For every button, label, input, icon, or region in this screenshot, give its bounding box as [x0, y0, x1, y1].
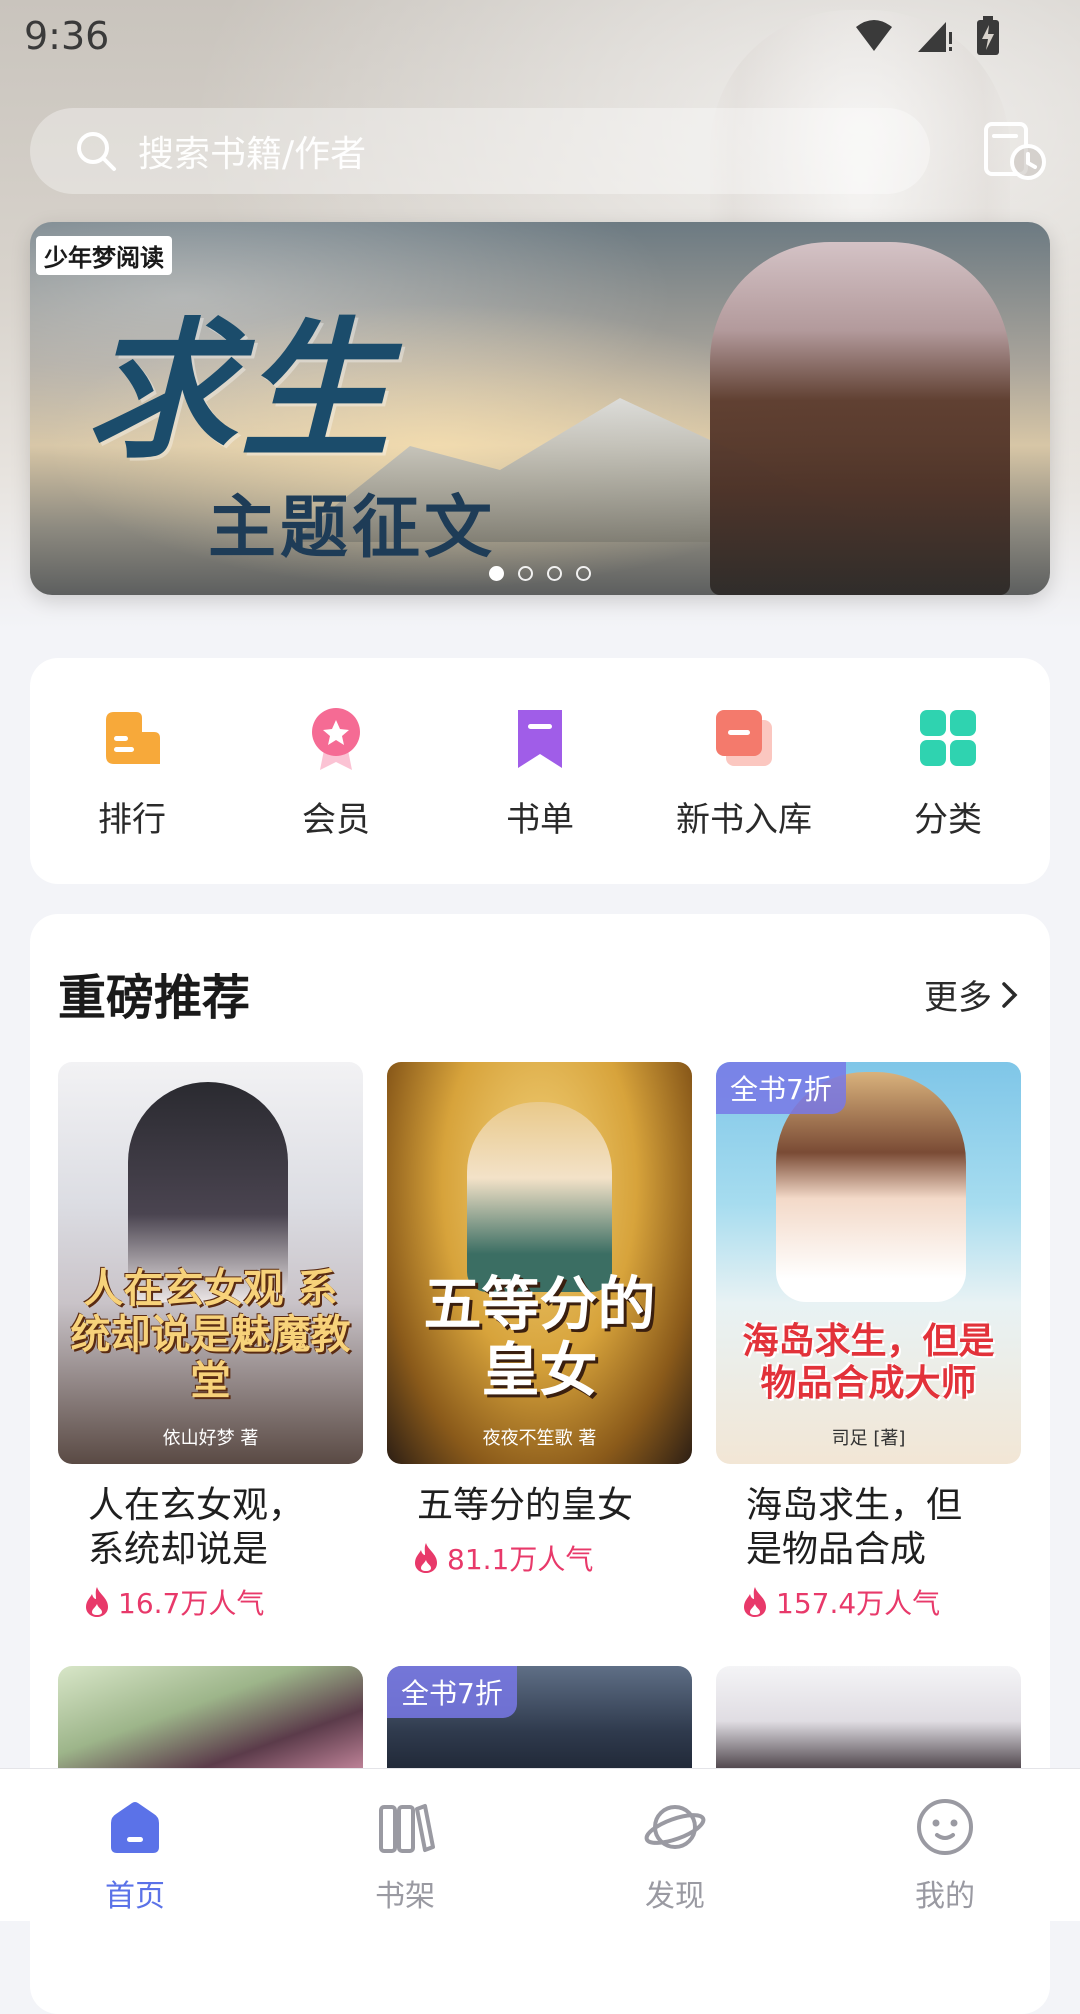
search-input[interactable]: 搜索书籍/作者 [30, 108, 930, 194]
book-popularity: 157.4万人气 [742, 1582, 1021, 1622]
cellular-signal-icon [918, 22, 952, 52]
nav-label: 我的 [915, 1879, 975, 1914]
book-popularity-text: 157.4万人气 [776, 1587, 941, 1620]
banner-dot-2[interactable] [518, 566, 533, 581]
quick-entry-label: 书单 [506, 799, 574, 840]
fire-icon [86, 1587, 108, 1617]
nav-label: 发现 [645, 1879, 705, 1914]
nav-tab-profile[interactable]: 我的 [845, 1769, 1045, 1915]
book-title: 海岛求生，但是物品合成大... [746, 1485, 963, 1570]
nav-label: 书架 [375, 1879, 435, 1914]
book-cover-title: 人在玄女观 系统却说是魅魔教堂 [70, 1266, 351, 1404]
nav-tab-bookshelf[interactable]: 书架 [305, 1769, 505, 1915]
book-cover-title: 海岛求生，但是物品合成大师 [742, 1321, 995, 1404]
ranking-icon [106, 711, 160, 764]
book-cover-author: 夜夜不笙歌 著 [482, 1428, 597, 1449]
book-card[interactable]: 全书7折 [387, 1666, 692, 1776]
book-popularity: 16.7万人气 [84, 1582, 363, 1622]
more-label: 更多 [924, 978, 992, 1018]
quick-entry-label: 新书入库 [676, 799, 812, 840]
bookmark-list-icon [518, 709, 562, 768]
banner-dot-1[interactable] [489, 566, 504, 581]
battery-charging-icon [977, 16, 999, 55]
book-cover-author: 司足 [著] [831, 1428, 906, 1449]
banner-subtitle: 主题征文 [208, 489, 497, 568]
banner-character-illustration [710, 242, 1010, 595]
book-popularity-text: 16.7万人气 [118, 1587, 265, 1620]
book-popularity-text: 81.1万人气 [447, 1543, 594, 1576]
reading-history-icon[interactable] [980, 116, 1050, 186]
book-card[interactable]: 海岛求生，但是物品合成大师 司足 [著] 全书7折 海岛求生，但是物品合成大..… [716, 1062, 1021, 1622]
new-book-icon [716, 709, 772, 766]
quick-entry-booklist[interactable]: 书单 [450, 702, 630, 841]
more-button[interactable]: 更多 [924, 970, 1020, 1019]
discount-badge: 全书7折 [387, 1666, 517, 1718]
quick-entry-label: 分类 [914, 799, 982, 840]
book-cover: 海岛求生，但是物品合成大师 司足 [著] 全书7折 [716, 1062, 1021, 1464]
promo-banner[interactable]: 少年梦阅读 求生 主题征文 [30, 222, 1050, 595]
quick-entry-label: 会员 [302, 799, 370, 840]
nav-label: 首页 [105, 1879, 165, 1914]
search-icon [77, 132, 116, 171]
book-title: 人在玄女观，系统却说是魅... [88, 1485, 305, 1570]
nav-tab-discover[interactable]: 发现 [575, 1769, 775, 1915]
discover-planet-icon [644, 1805, 706, 1849]
hero-header: 9:36 搜索书籍/作者 少年梦阅读 求生 主题征文 [0, 0, 1080, 630]
book-cover [58, 1666, 363, 1776]
banner-dot-3[interactable] [547, 566, 562, 581]
category-grid-icon [920, 709, 976, 766]
quick-entry-category[interactable]: 分类 [858, 702, 1038, 841]
discount-badge: 全书7折 [716, 1062, 846, 1114]
book-cover: 人在玄女观 系统却说是魅魔教堂 依山好梦 著 [58, 1062, 363, 1464]
book-cover-title: 五等分的皇女 [423, 1269, 656, 1405]
book-popularity: 81.1万人气 [413, 1538, 692, 1578]
quick-entry-ranking[interactable]: 排行 [42, 702, 222, 841]
section-title: 重磅推荐 [58, 970, 251, 1026]
chevron-right-icon [1002, 981, 1018, 1008]
quick-entry-vip[interactable]: 会员 [246, 702, 426, 841]
book-cover: 五等分的皇女 夜夜不笙歌 著 [387, 1062, 692, 1464]
vip-medal-icon [312, 707, 360, 770]
wifi-icon [856, 20, 892, 51]
banner-title: 求生 [86, 305, 395, 479]
bottom-navigation: 首页 书架 发现 我的 [0, 1768, 1080, 1921]
fire-icon [744, 1587, 766, 1617]
book-cover: 全书7折 [387, 1666, 692, 1776]
book-card[interactable] [58, 1666, 363, 1776]
book-card[interactable]: 人在玄女观 系统却说是魅魔教堂 依山好梦 著 人在玄女观，系统却说是魅... 1… [58, 1062, 363, 1622]
quick-entry-card: 排行 会员 书单 新书入库 分类 [30, 658, 1050, 884]
profile-smile-icon [917, 1799, 973, 1855]
search-placeholder: 搜索书籍/作者 [138, 134, 367, 175]
home-icon [111, 1802, 159, 1853]
status-bar: 9:36 [0, 0, 1080, 70]
banner-page-indicator [30, 566, 1050, 581]
nav-tab-home[interactable]: 首页 [35, 1769, 235, 1915]
book-title: 五等分的皇女 [417, 1485, 634, 1526]
quick-entry-label: 排行 [98, 799, 166, 840]
bookshelf-icon [379, 1804, 435, 1853]
book-cover [716, 1666, 1021, 1776]
fire-icon [415, 1543, 437, 1573]
banner-dot-4[interactable] [576, 566, 591, 581]
status-time: 9:36 [24, 14, 110, 58]
book-card[interactable]: 五等分的皇女 夜夜不笙歌 著 五等分的皇女 81.1万人气 [387, 1062, 692, 1578]
quick-entry-new-books[interactable]: 新书入库 [654, 702, 834, 841]
book-card[interactable] [716, 1666, 1021, 1776]
book-cover-author: 依山好梦 著 [162, 1428, 259, 1449]
